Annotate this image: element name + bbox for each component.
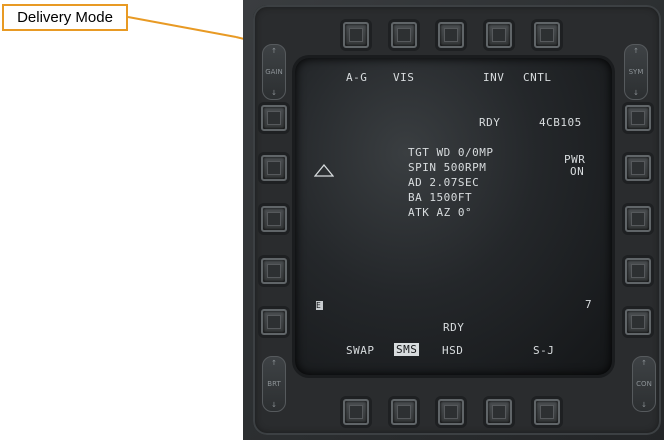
pwr-state: ON [570,165,585,178]
gain-rocker[interactable]: ↑ GAIN ↓ [262,44,286,100]
osb-8[interactable] [625,206,651,232]
brt-rocker[interactable]: ↑ BRT ↓ [262,356,286,412]
osb-4[interactable] [486,22,512,48]
osb-19[interactable] [261,155,287,181]
ready-status: RDY [479,116,501,129]
osb-6[interactable] [625,105,651,131]
attack-azimuth-line: ATK AZ 0° [408,206,473,219]
arm-delay-line: AD 2.07SEC [408,176,480,189]
gain-label: GAIN [265,68,283,76]
master-mode-label: A-G [346,71,368,84]
rocker-up-arrow: ↑ [271,359,277,367]
left-marker: E [316,301,322,310]
delivery-mode-callout: Delivery Mode [2,4,128,31]
rocker-down-arrow: ↓ [271,89,277,97]
osb-2[interactable] [391,22,417,48]
con-rocker[interactable]: ↑ CON ↓ [632,356,656,412]
osb-20[interactable] [261,105,287,131]
osb-14[interactable] [391,399,417,425]
swap-label: SWAP [346,344,375,357]
cntl-label: CNTL [523,71,552,84]
osb-7[interactable] [625,155,651,181]
brt-label: BRT [267,380,281,388]
osb-13[interactable] [438,399,464,425]
rocker-down-arrow: ↓ [641,401,647,409]
osb-16[interactable] [261,309,287,335]
osb-12[interactable] [486,399,512,425]
inv-label: INV [483,71,505,84]
delivery-mode-label: VIS [393,71,415,84]
station-label: 4CB105 [539,116,582,129]
osb-5[interactable] [534,22,560,48]
osb-15[interactable] [343,399,369,425]
right-marker: 7 [585,298,593,311]
rocker-up-arrow: ↑ [641,359,647,367]
rocker-down-arrow: ↓ [271,401,277,409]
rocker-down-arrow: ↓ [633,89,639,97]
target-wind-line: TGT WD 0/0MP [408,146,494,159]
selective-jettison-label: S-J [533,344,555,357]
sms-page-label: SMS [394,343,420,356]
osb-11[interactable] [534,399,560,425]
osb-18[interactable] [261,206,287,232]
osb-17[interactable] [261,258,287,284]
left-marker-box: E [316,301,323,310]
osb-9[interactable] [625,258,651,284]
hsd-label: HSD [442,344,464,357]
sym-rocker[interactable]: ↑ SYM ↓ [624,44,648,100]
sym-label: SYM [628,68,644,76]
osb-10[interactable] [625,309,651,335]
callout-label: Delivery Mode [17,9,113,26]
rocker-up-arrow: ↑ [271,47,277,55]
con-label: CON [636,380,652,388]
increment-triangle-icon [314,164,334,177]
spin-line: SPIN 500RPM [408,161,487,174]
osb-3[interactable] [438,22,464,48]
osb-1[interactable] [343,22,369,48]
burst-altitude-line: BA 1500FT [408,191,473,204]
bottom-ready-status: RDY [443,321,465,334]
rocker-up-arrow: ↑ [633,47,639,55]
